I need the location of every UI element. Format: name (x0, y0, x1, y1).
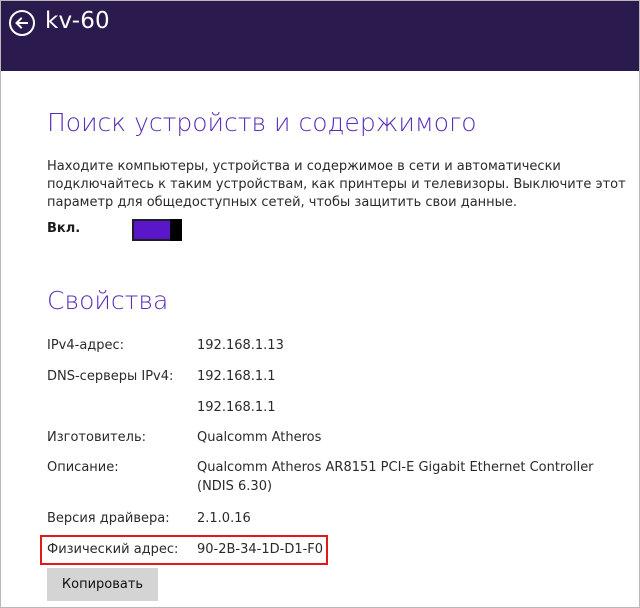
dns-value-2: 192.168.1.1 (197, 400, 276, 415)
ipv4-value: 192.168.1.13 (197, 338, 284, 353)
section-title-properties: Свойства (47, 286, 169, 315)
dns-value-1: 192.168.1.1 (197, 369, 276, 384)
discovery-description: Находите компьютеры, устройства и содерж… (47, 159, 626, 210)
driver-label: Версия драйвера: (47, 511, 170, 526)
mac-value: 90-2B-34-1D-D1-F0 (197, 542, 324, 557)
ipv4-label: IPv4-адрес: (47, 338, 125, 353)
description-label: Описание: (47, 460, 119, 475)
dns-label: DNS-серверы IPv4: (47, 369, 174, 384)
page-title: kv-60 (45, 8, 110, 34)
discovery-toggle[interactable] (132, 219, 182, 241)
toggle-knob[interactable] (170, 219, 182, 241)
manufacturer-value: Qualcomm Atheros (197, 430, 322, 445)
section-title-discovery: Поиск устройств и содержимого (47, 108, 477, 137)
header-bar: kv-60 (1, 1, 639, 71)
back-arrow-icon[interactable] (9, 10, 35, 36)
driver-value: 2.1.0.16 (197, 511, 251, 526)
description-value: Qualcomm Atheros AR8151 PCI-E Gigabit Et… (197, 460, 594, 494)
copy-button[interactable]: Копировать (47, 568, 158, 601)
manufacturer-label: Изготовитель: (47, 430, 146, 445)
toggle-label: Вкл. (47, 221, 81, 236)
mac-label: Физический адрес: (47, 542, 179, 557)
